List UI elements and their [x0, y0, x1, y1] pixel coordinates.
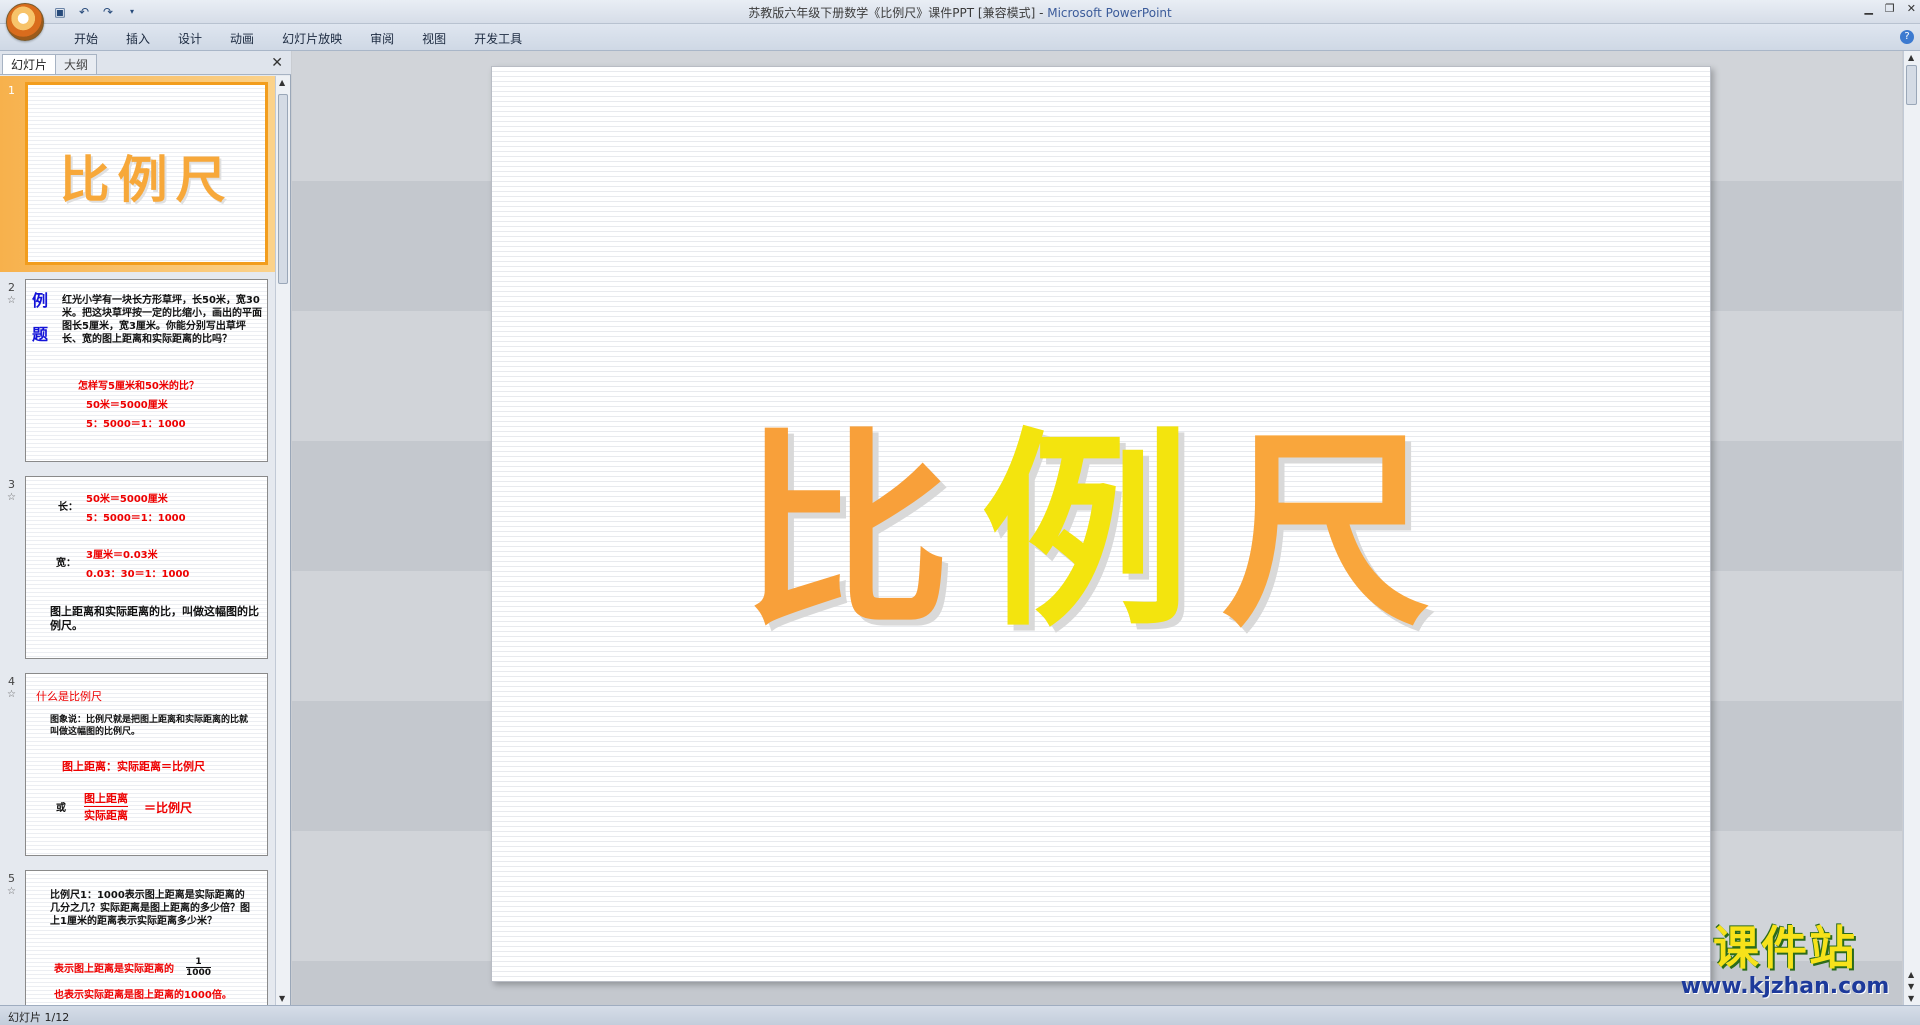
thumb-title: 比例尺: [59, 150, 234, 209]
ribbon: 开始 插入 设计 动画 幻灯片放映 审阅 视图 开发工具 ?: [0, 24, 1920, 51]
width-line-1: 3厘米＝0.03米: [86, 550, 158, 561]
slide-preview: 比例尺: [25, 82, 268, 265]
scroll-up-icon[interactable]: ▲: [1908, 53, 1914, 62]
slide-thumbnail-2[interactable]: 2 ☆ 例题 红光小学有一块长方形草坪，长50米，宽30米。把这块草坪按一定的比…: [0, 273, 275, 469]
watermark-logo: 课件站 www.kjzhan.com: [1665, 922, 1905, 1004]
title-bar: ▣ ↶ ↷ ▾ 苏教版六年级下册数学《比例尺》课件PPT [兼容模式] - Mi…: [0, 0, 1920, 24]
slide-number: 4: [8, 675, 15, 688]
question-text: 怎样写5厘米和50米的比？: [78, 381, 199, 392]
window-title: 苏教版六年级下册数学《比例尺》课件PPT [兼容模式] - Microsoft …: [0, 4, 1920, 21]
fraction: 1 1000: [186, 957, 212, 978]
tab-insert[interactable]: 插入: [112, 30, 164, 48]
watermark-url: www.kjzhan.com: [1680, 974, 1890, 999]
heading-text: 什么是比例尺: [36, 690, 102, 703]
question-text: 比例尺1：1000表示图上距离是实际距离的几分之几？实际距离是图上距离的多少倍？…: [50, 890, 250, 927]
length-line-2: 5：5000＝1：1000: [86, 513, 186, 524]
or-text: 或: [56, 803, 66, 814]
slide-preview: 长： 50米＝5000厘米 5：5000＝1：1000 宽： 3厘米＝0.03米…: [25, 476, 268, 659]
length-label: 长：: [58, 502, 78, 513]
scroll-thumb[interactable]: [278, 94, 288, 284]
restore-icon[interactable]: ❐: [1885, 2, 1895, 15]
animation-star-icon: ☆: [7, 689, 16, 700]
tab-design[interactable]: 设计: [164, 30, 216, 48]
width-line-2: 0.03：30＝1：1000: [86, 569, 190, 580]
slide-preview: 什么是比例尺 图象说：比例尺就是把图上距离和实际距离的比就叫做这幅图的比例尺。 …: [25, 673, 268, 856]
fraction-top: 图上距离: [84, 792, 128, 805]
animation-star-icon: ☆: [7, 492, 16, 503]
slide-thumbnail-4[interactable]: 4 ☆ 什么是比例尺 图象说：比例尺就是把图上距离和实际距离的比就叫做这幅图的比…: [0, 667, 275, 863]
scroll-down-icon[interactable]: ▼: [279, 994, 285, 1003]
close-pane-icon[interactable]: ✕: [271, 55, 283, 71]
slide-title[interactable]: 比例尺: [492, 362, 1710, 666]
slide-thumbnail-5[interactable]: 5 ☆ 比例尺1：1000表示图上距离是实际距离的几分之几？实际距离是图上距离的…: [0, 864, 275, 1005]
previous-slide-icon[interactable]: ▲: [1908, 970, 1914, 979]
thumbnails-scrollbar[interactable]: ▲ ▼: [275, 76, 290, 1005]
status-bar: 幻灯片 1/12: [0, 1005, 1920, 1025]
scroll-thumb[interactable]: [1906, 65, 1917, 105]
tab-outline[interactable]: 大纲: [55, 54, 98, 74]
fraction: 图上距离 实际距离: [84, 790, 128, 823]
tab-developer[interactable]: 开发工具: [460, 30, 536, 48]
fraction-top: 1: [195, 957, 202, 967]
slide-number: 2: [8, 281, 15, 294]
width-label: 宽：: [56, 558, 76, 569]
fraction-top-text: 1000: [186, 967, 212, 978]
slide-thumbnails: 1 比例尺 2 ☆ 例题 红光小学有一块长方形草坪，长50米，宽30米。把这块草…: [0, 76, 275, 1005]
slide-scrollbar[interactable]: ▲ ▲ ▼ ▼: [1903, 51, 1920, 1005]
tab-animations[interactable]: 动画: [216, 30, 268, 48]
animation-star-icon: ☆: [7, 886, 16, 897]
answer-line-1: 表示图上距离是实际距离的: [54, 964, 174, 975]
help-icon[interactable]: ?: [1900, 30, 1914, 44]
tab-home[interactable]: 开始: [60, 30, 112, 48]
slide-number: 5: [8, 872, 15, 885]
title-char-3: 尺: [1221, 408, 1462, 655]
slide-preview: 例题 红光小学有一块长方形草坪，长50米，宽30米。把这块草坪按一定的比缩小，画…: [25, 279, 268, 462]
title-separator: -: [1035, 6, 1048, 20]
answer-line-2: 也表示实际距离是图上距离的1000倍。: [54, 990, 232, 1001]
problem-text: 红光小学有一块长方形草坪，长50米，宽30米。把这块草坪按一定的比缩小，画出的平…: [62, 295, 262, 345]
tab-slides[interactable]: 幻灯片: [2, 54, 57, 74]
slides-pane: 幻灯片 大纲 ✕ 1 比例尺 2 ☆ 例题 红光小学有一块长方形草坪，长50米，…: [0, 51, 291, 1005]
fraction-top-text: 实际距离: [84, 806, 128, 823]
body-text: 图象说：比例尺就是把图上距离和实际距离的比就叫做这幅图的比例尺。: [50, 715, 249, 737]
scroll-up-icon[interactable]: ▲: [279, 78, 285, 87]
slide-thumbnail-3[interactable]: 3 ☆ 长： 50米＝5000厘米 5：5000＝1：1000 宽： 3厘米＝0…: [0, 470, 275, 666]
title-char-2: 例: [980, 408, 1221, 655]
app-name: Microsoft PowerPoint: [1047, 6, 1172, 20]
minimize-icon[interactable]: ▁: [1864, 2, 1872, 15]
window-controls: ▁ ❐ ✕: [1864, 2, 1916, 15]
current-slide[interactable]: 比例尺: [491, 66, 1711, 982]
conversion-line: 50米＝5000厘米: [86, 400, 168, 411]
slide-thumbnail-1[interactable]: 1 比例尺: [0, 76, 275, 272]
formula-text: 图上距离：实际距离＝比例尺: [62, 760, 205, 773]
animation-star-icon: ☆: [7, 295, 16, 306]
close-icon[interactable]: ✕: [1907, 2, 1916, 15]
slide-preview: 比例尺1：1000表示图上距离是实际距离的几分之几？实际距离是图上距离的多少倍？…: [25, 870, 268, 1005]
slide-number: 1: [8, 84, 15, 97]
slide-counter: 幻灯片 1/12: [8, 1011, 70, 1024]
definition-text: 图上距离和实际距离的比，叫做这幅图的比例尺。: [50, 605, 259, 632]
slide-number: 3: [8, 478, 15, 491]
next-slide-icon[interactable]: ▼: [1908, 982, 1914, 991]
scroll-down-icon[interactable]: ▼: [1908, 994, 1914, 1003]
equals-text: ＝比例尺: [144, 801, 193, 815]
ratio-line: 5：5000＝1：1000: [86, 419, 186, 430]
length-line-1: 50米＝5000厘米: [86, 494, 168, 505]
document-title: 苏教版六年级下册数学《比例尺》课件PPT [兼容模式]: [748, 6, 1036, 20]
example-label: 例题: [32, 291, 49, 344]
watermark-brand: 课件站: [1713, 921, 1857, 975]
tab-review[interactable]: 审阅: [356, 30, 408, 48]
ribbon-tabs: 开始 插入 设计 动画 幻灯片放映 审阅 视图 开发工具: [60, 30, 536, 48]
tab-view[interactable]: 视图: [408, 30, 460, 48]
pane-tabs: 幻灯片 大纲 ✕: [0, 51, 291, 75]
title-char-1: 比: [740, 408, 981, 655]
office-button[interactable]: [6, 3, 44, 41]
tab-slideshow[interactable]: 幻灯片放映: [268, 30, 356, 48]
